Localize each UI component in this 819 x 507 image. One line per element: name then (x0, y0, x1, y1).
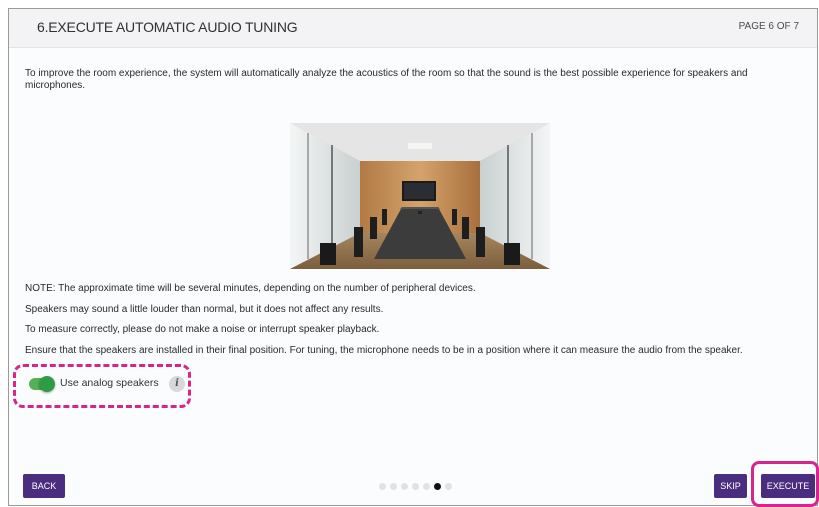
conference-room-photo (290, 123, 550, 269)
notes-list: NOTE: The approximate time will be sever… (25, 283, 743, 365)
toggle-highlight-annotation (13, 364, 191, 408)
page-dot (379, 483, 386, 490)
note-loudness: Speakers may sound a little louder than … (25, 303, 384, 315)
page-dot (401, 483, 408, 490)
skip-button[interactable]: SKIP (714, 474, 747, 498)
page-dot (423, 483, 430, 490)
page-title: 6.EXECUTE AUTOMATIC AUDIO TUNING (37, 19, 298, 35)
note-no-noise: To measure correctly, please do not make… (25, 324, 380, 335)
page-dot (390, 483, 397, 490)
conference-room-illustration (290, 123, 550, 269)
back-button[interactable]: BACK (23, 474, 65, 498)
header-bar: 6.EXECUTE AUTOMATIC AUDIO TUNING PAGE 6 … (9, 9, 817, 48)
note-speaker-position: Ensure that the speakers are installed i… (25, 344, 743, 356)
note-time: NOTE: The approximate time will be sever… (25, 283, 476, 294)
footer-bar: BACK SKIP EXECUTE (9, 468, 817, 505)
page-dot (412, 483, 419, 490)
page-dot (445, 483, 452, 490)
page-indicator: PAGE 6 OF 7 (738, 21, 799, 32)
execute-highlight-annotation (751, 461, 819, 507)
page-dot-current (434, 483, 441, 490)
intro-text: To improve the room experience, the syst… (25, 68, 748, 91)
